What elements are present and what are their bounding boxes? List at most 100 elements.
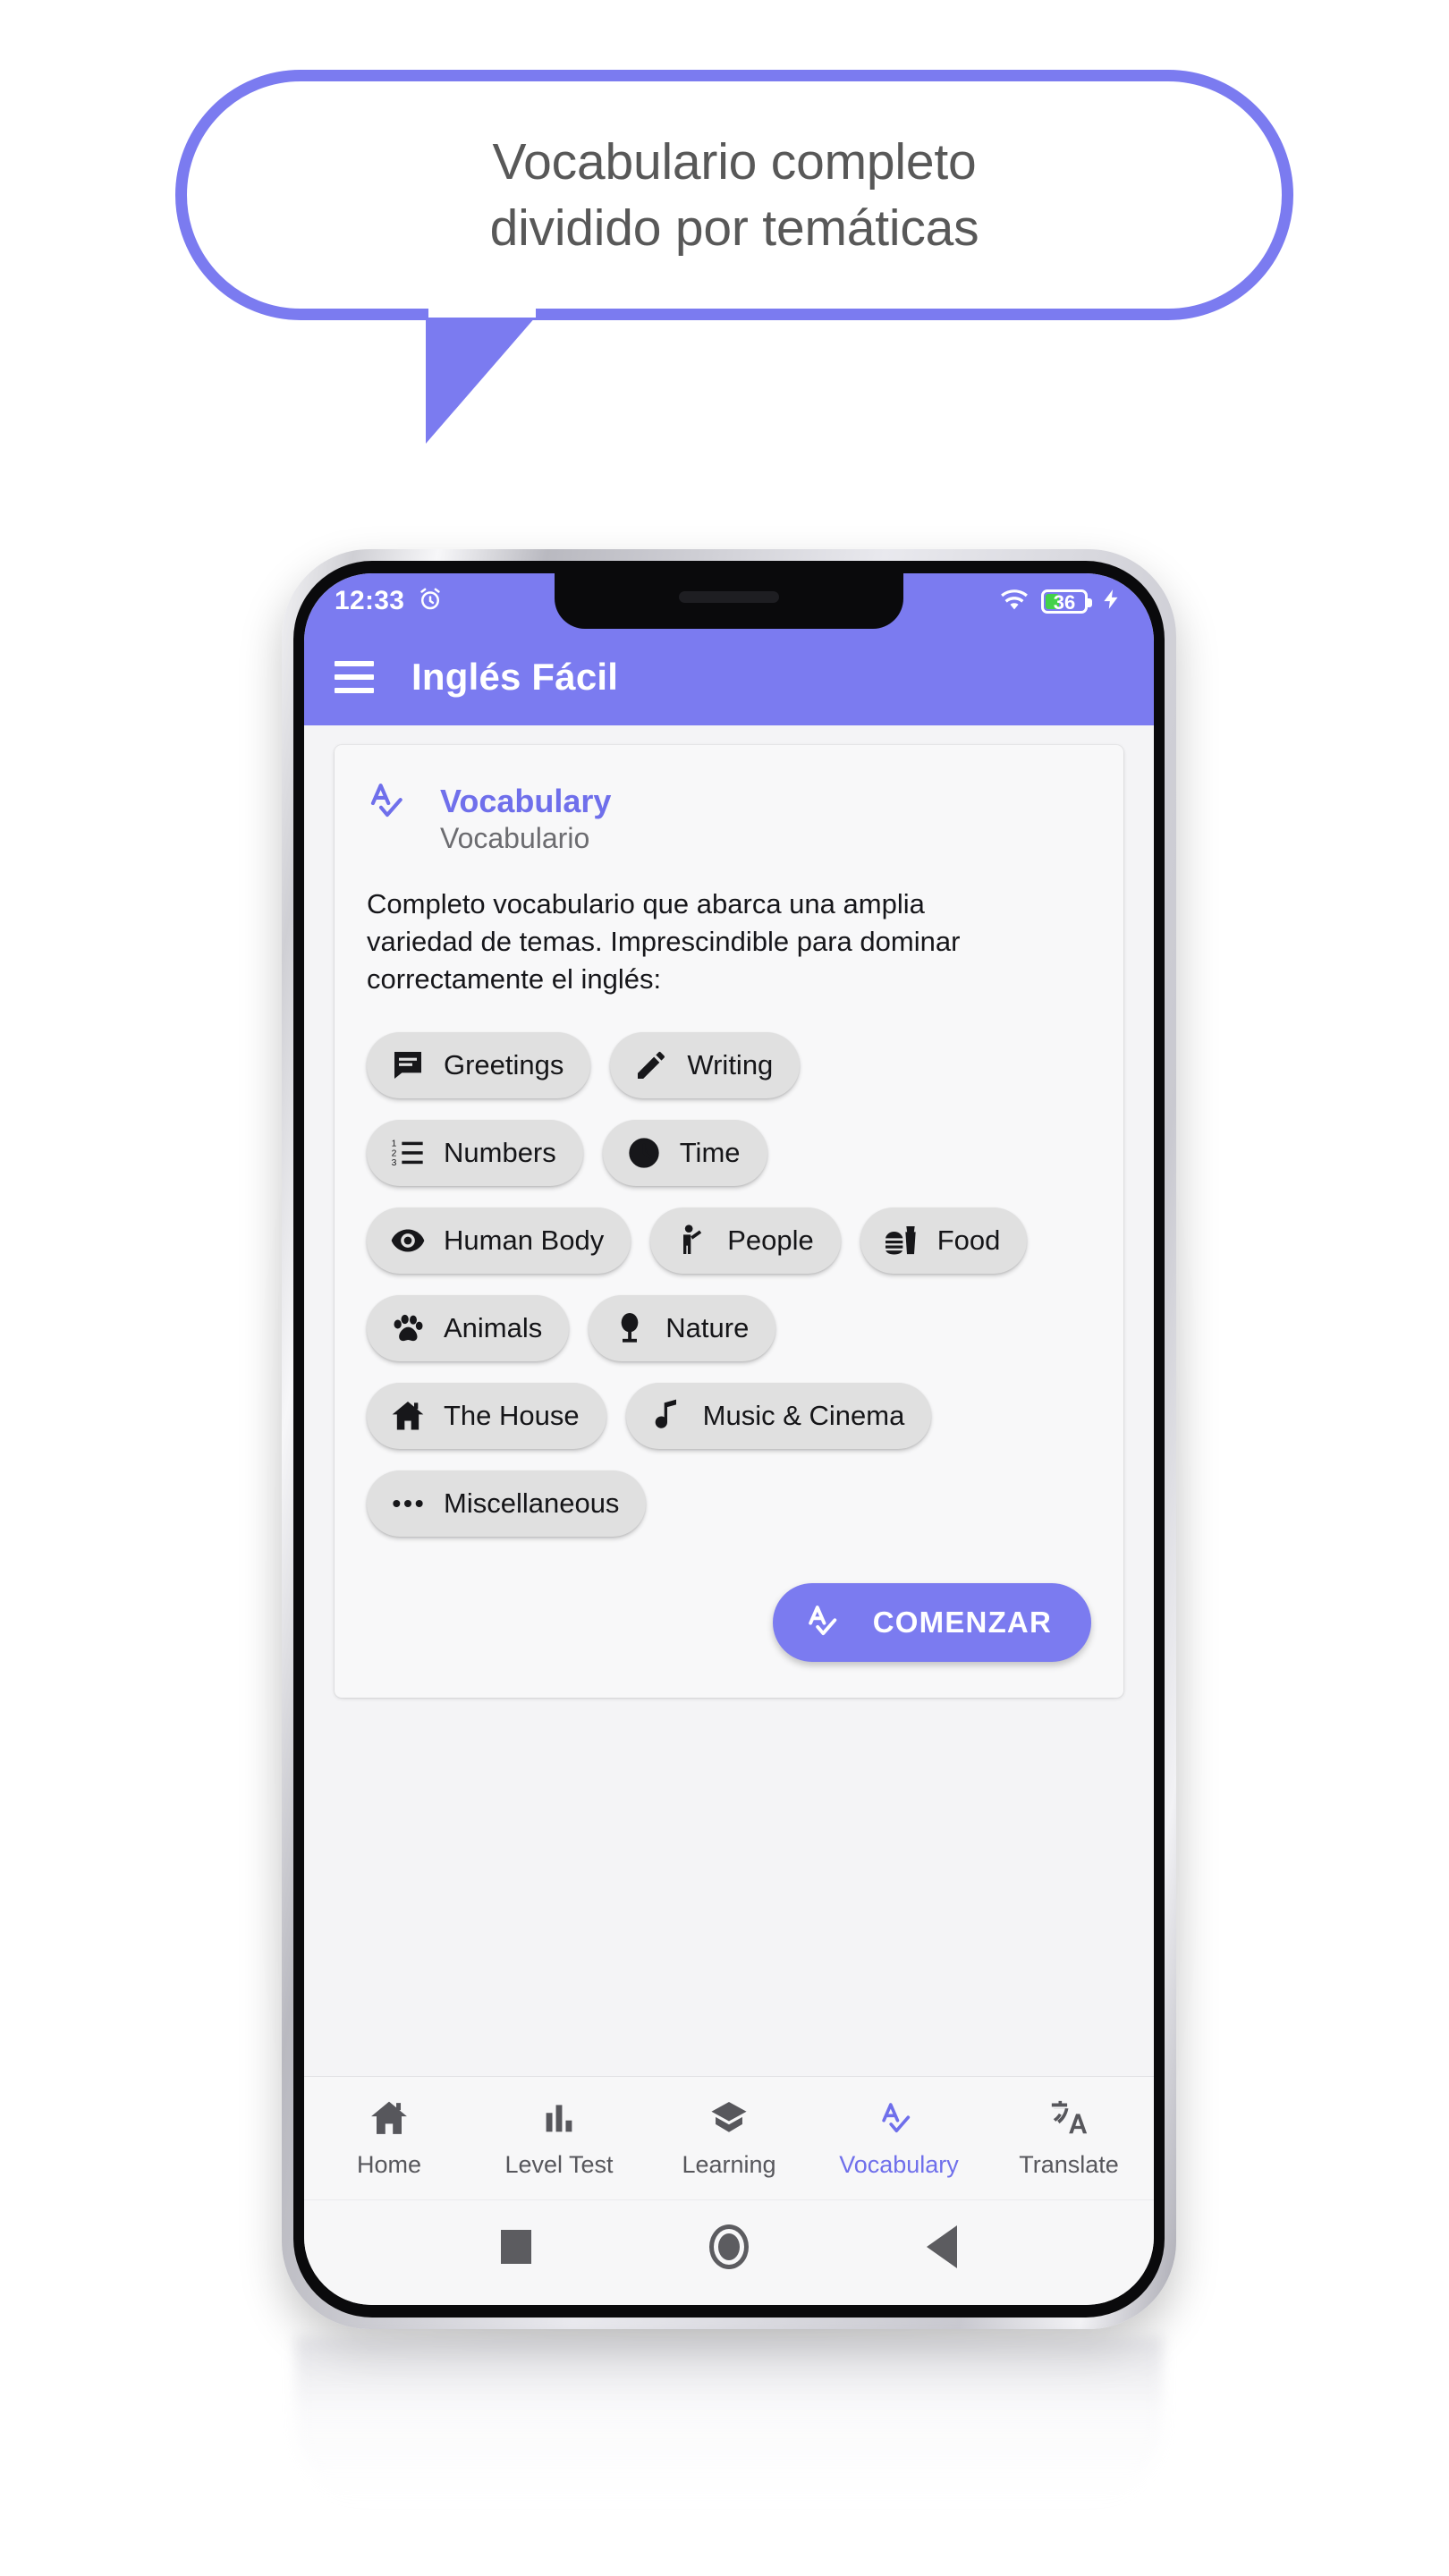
back-triangle-button[interactable] <box>927 2224 958 2268</box>
card-description: Completo vocabulario que abarca una ampl… <box>367 888 961 996</box>
alarm-icon <box>417 586 444 617</box>
fastfood-icon <box>884 1223 919 1258</box>
callout-tail <box>426 309 542 444</box>
status-bar-left: 12:33 <box>335 586 444 617</box>
chip-label: People <box>727 1224 814 1257</box>
wifi-icon <box>1000 585 1029 618</box>
person-waving-icon <box>674 1223 709 1258</box>
chip-label: Nature <box>665 1312 750 1344</box>
chip-label: Human Body <box>444 1224 605 1257</box>
hamburger-menu-icon[interactable] <box>335 661 374 693</box>
nav-item-home[interactable]: Home <box>304 2097 474 2179</box>
chip-numbers[interactable]: 1 2 3 Numbers <box>367 1120 583 1187</box>
nav-label: Home <box>356 2151 422 2178</box>
nav-label: Vocabulary <box>839 2151 959 2178</box>
poster-root: Vocabulario completo dividido por temáti… <box>0 0 1449 2576</box>
chip-label: Music & Cinema <box>702 1400 905 1432</box>
pencil-icon <box>633 1047 669 1083</box>
phone-notch <box>555 573 903 629</box>
chip-nature[interactable]: Nature <box>589 1295 776 1362</box>
chip-row: Greetings Writing <box>367 1032 1091 1099</box>
chip-writing[interactable]: Writing <box>610 1032 801 1099</box>
earpiece-speaker <box>679 591 779 603</box>
nav-label: Translate <box>1019 2151 1119 2178</box>
content-area: Vocabulary Vocabulario Completo vocabula… <box>304 725 1154 2076</box>
android-system-nav <box>304 2199 1154 2305</box>
chip-label: The House <box>444 1400 580 1432</box>
chip-label: Numbers <box>444 1137 556 1169</box>
callout-text: Vocabulario completo dividido por temáti… <box>489 132 979 257</box>
graduation-cap-icon <box>708 2097 750 2143</box>
clock-icon <box>626 1135 662 1171</box>
svg-text:2: 2 <box>392 1149 397 1159</box>
status-clock: 12:33 <box>335 586 405 615</box>
nav-item-level-test[interactable]: Level Test <box>474 2097 644 2179</box>
more-horizontal-icon <box>390 1486 426 1521</box>
chat-bubble-icon <box>390 1047 426 1083</box>
chip-label: Animals <box>444 1312 543 1344</box>
chip-animals[interactable]: Animals <box>367 1295 570 1362</box>
home-icon <box>390 1398 426 1434</box>
park-tree-icon <box>612 1310 648 1346</box>
app-bar: Inglés Fácil <box>304 629 1154 725</box>
battery-level: 36 <box>1053 590 1076 614</box>
paw-icon <box>390 1310 426 1346</box>
music-note-icon <box>649 1398 685 1434</box>
card-header: Vocabulary Vocabulario <box>367 777 1091 855</box>
chip-label: Greetings <box>444 1049 564 1081</box>
spellcheck-icon <box>367 777 413 828</box>
recents-square-button[interactable] <box>500 2229 531 2264</box>
phone-reflection <box>295 2336 1163 2506</box>
callout-bubble: Vocabulario completo dividido por temáti… <box>175 70 1293 444</box>
home-circle-button[interactable] <box>708 2224 749 2269</box>
callout-tail-mask <box>428 298 536 318</box>
phone-bezel: 12:33 36 Inglés Fácil Vocabulary Vocabul… <box>293 561 1165 2318</box>
chip-human-body[interactable]: Human Body <box>367 1208 631 1275</box>
nav-label: Level Test <box>504 2151 614 2178</box>
svg-text:3: 3 <box>392 1158 397 1168</box>
chip-time[interactable]: Time <box>602 1120 767 1187</box>
chip-label: Writing <box>687 1049 774 1081</box>
card-subtitle: Vocabulario <box>440 822 590 854</box>
chip-label: Time <box>679 1137 741 1169</box>
app-title: Inglés Fácil <box>411 656 619 698</box>
eye-icon <box>390 1223 426 1258</box>
numbered-list-icon: 1 2 3 <box>390 1135 426 1171</box>
nav-item-translate[interactable]: Translate <box>984 2097 1154 2179</box>
card-title: Vocabulary <box>440 783 612 819</box>
chip-music-cinema[interactable]: Music & Cinema <box>625 1383 932 1450</box>
callout-bubble-body: Vocabulario completo dividido por temáti… <box>175 70 1293 320</box>
translate-icon <box>1048 2097 1089 2143</box>
chip-label: Miscellaneous <box>444 1487 620 1520</box>
topic-chip-list: Greetings Writing 1 2 3 Numbers Time Hum… <box>367 1032 1091 1538</box>
vocabulary-card: Vocabulary Vocabulario Completo vocabula… <box>335 745 1123 1699</box>
svg-text:1: 1 <box>392 1140 397 1149</box>
nav-label: Learning <box>682 2151 776 2178</box>
spellcheck-icon <box>878 2097 919 2143</box>
chip-row: Human Body People Food <box>367 1208 1091 1275</box>
chip-the-house[interactable]: The House <box>367 1383 606 1450</box>
status-bar-right: 36 <box>1000 585 1123 618</box>
charging-bolt-icon <box>1100 586 1123 617</box>
bar-chart-icon <box>538 2097 580 2143</box>
chip-row: The House Music & Cinema <box>367 1383 1091 1450</box>
battery-indicator: 36 <box>1041 589 1092 614</box>
chip-people[interactable]: People <box>650 1208 841 1275</box>
chip-food[interactable]: Food <box>860 1208 1028 1275</box>
chip-greetings[interactable]: Greetings <box>367 1032 591 1099</box>
phone-screen: 12:33 36 Inglés Fácil Vocabulary Vocabul… <box>304 573 1154 2305</box>
cta-row: COMENZAR <box>367 1583 1091 1663</box>
chip-row: Animals Nature <box>367 1295 1091 1362</box>
nav-item-learning[interactable]: Learning <box>644 2097 814 2179</box>
chip-miscellaneous[interactable]: Miscellaneous <box>367 1470 647 1538</box>
home-icon <box>369 2097 410 2143</box>
bottom-navigation: Home Level Test Learning Vocabulary Tran… <box>304 2076 1154 2199</box>
spellcheck-icon <box>805 1600 846 1646</box>
comenzar-label: COMENZAR <box>872 1606 1052 1640</box>
nav-item-vocabulary[interactable]: Vocabulary <box>814 2097 984 2179</box>
phone-device: 12:33 36 Inglés Fácil Vocabulary Vocabul… <box>282 549 1176 2329</box>
chip-row: 1 2 3 Numbers Time <box>367 1120 1091 1187</box>
comenzar-button[interactable]: COMENZAR <box>772 1583 1091 1663</box>
chip-row: Miscellaneous <box>367 1470 1091 1538</box>
chip-label: Food <box>936 1224 1001 1257</box>
